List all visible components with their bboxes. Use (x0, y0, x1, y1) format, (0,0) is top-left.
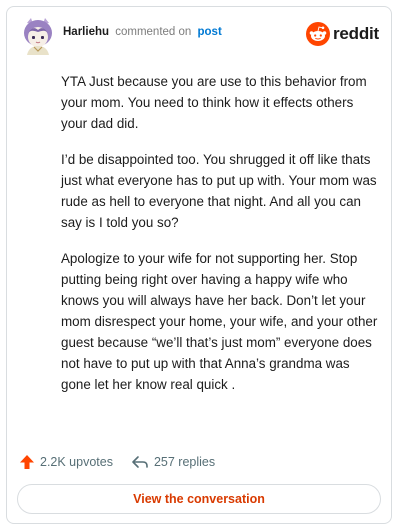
upvote-button[interactable]: 2.2K upvotes (19, 454, 113, 470)
view-conversation-button[interactable]: View the conversation (17, 484, 381, 514)
comment-paragraph: YTA Just because you are use to this beh… (61, 74, 367, 131)
avatar-image (24, 18, 52, 55)
upvote-count: 2.2K upvotes (40, 455, 113, 469)
reddit-snoo-icon (305, 22, 330, 46)
reply-count: 257 replies (153, 455, 216, 469)
comment-card: Harliehu commented on post reddit YTA Ju… (6, 6, 392, 524)
reply-button[interactable]: 257 replies (131, 454, 215, 470)
post-link[interactable]: post (198, 26, 222, 38)
view-conversation-label: View the conversation (133, 492, 265, 506)
user-avatar[interactable] (21, 17, 55, 55)
upvote-arrow-icon (20, 455, 34, 469)
action-text: commented on (115, 26, 192, 38)
comment-body: YTA Just because you are use to this beh… (61, 71, 379, 410)
comment-meta: Harliehu commented on post (63, 26, 222, 38)
reply-arrow-icon (132, 456, 148, 468)
comment-paragraph: I’d be disappointed too. You shrugged it… (61, 152, 377, 230)
comment-header: Harliehu commented on post reddit (21, 17, 379, 57)
comment-paragraph: Apologize to your wife for not supportin… (61, 251, 378, 392)
comment-footer: 2.2K upvotes 257 replies (19, 452, 233, 472)
reddit-wordmark: reddit (332, 24, 379, 43)
reddit-brand[interactable]: reddit (305, 21, 379, 47)
author-name[interactable]: Harliehu (63, 26, 109, 38)
